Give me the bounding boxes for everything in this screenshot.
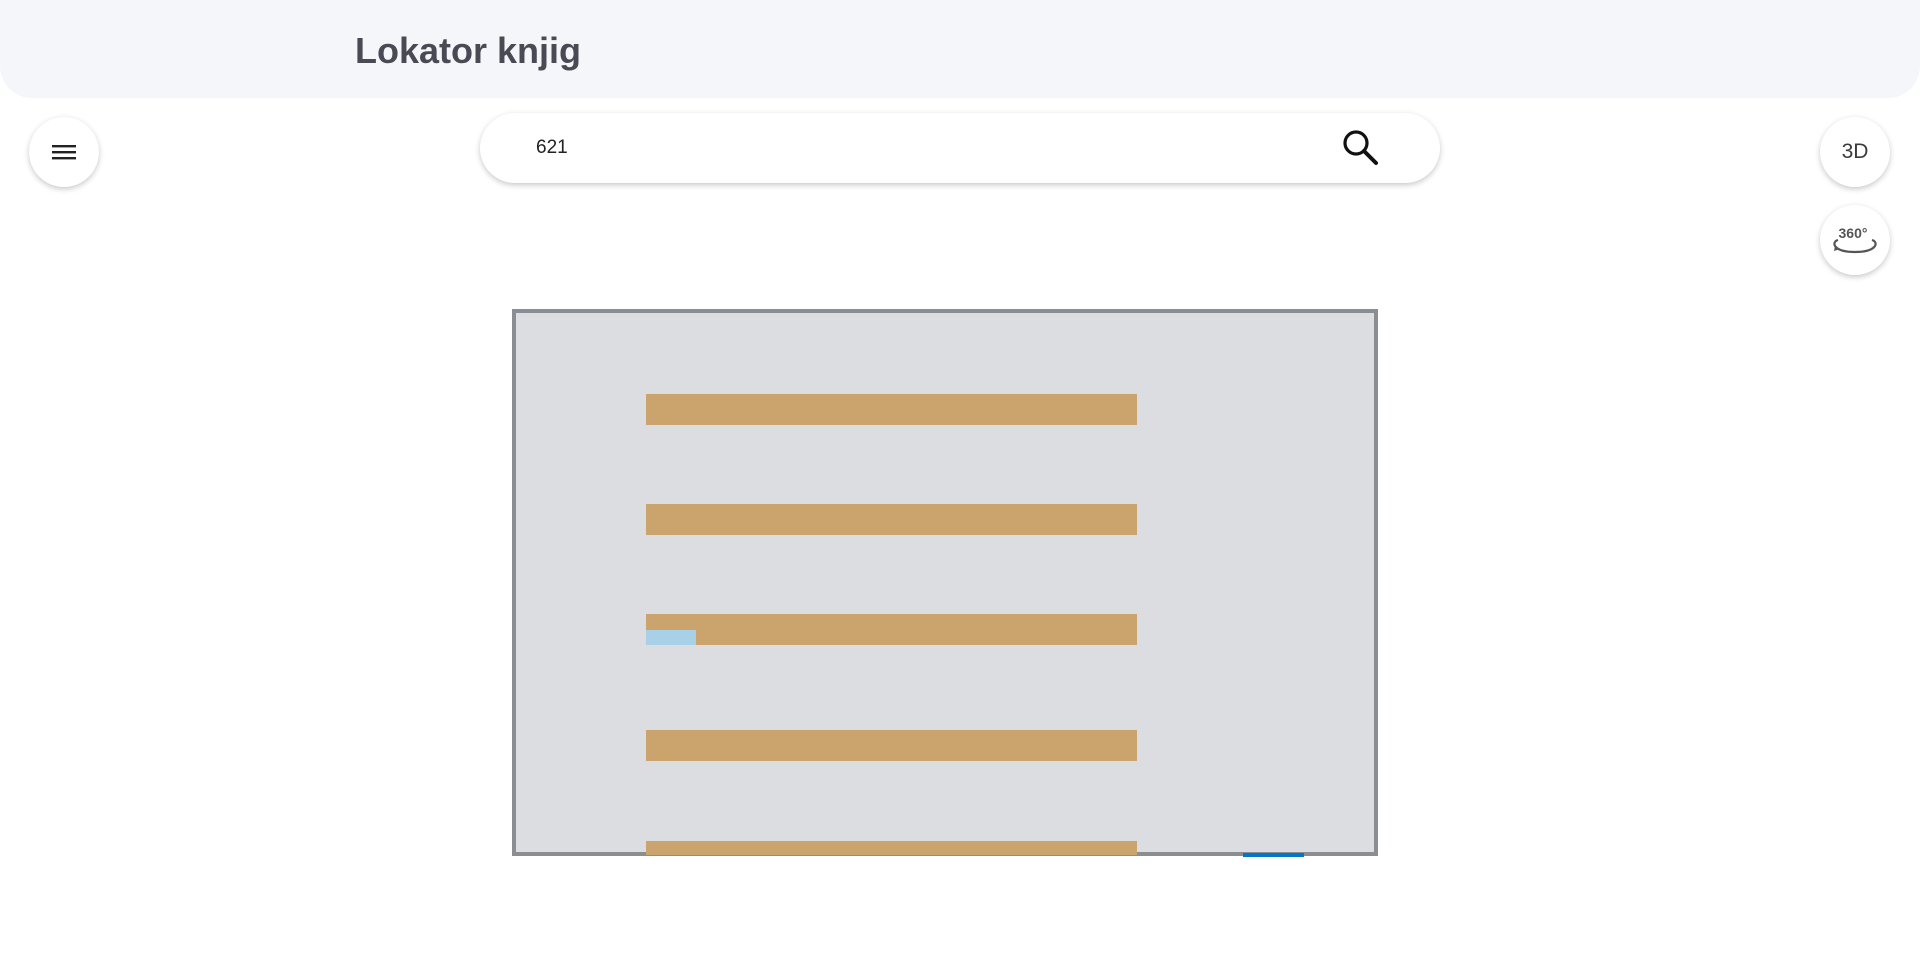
shelf-4[interactable] — [646, 730, 1137, 761]
menu-button[interactable] — [29, 117, 99, 187]
rotate-360-icon: 360° — [1833, 225, 1877, 254]
shelf-5[interactable] — [646, 841, 1137, 855]
shelf-2[interactable] — [646, 504, 1137, 535]
shelf-1[interactable] — [646, 394, 1137, 425]
shelf-highlight[interactable] — [646, 630, 696, 645]
shelf-3[interactable] — [646, 614, 1137, 645]
hamburger-menu-icon — [52, 145, 76, 160]
view-360-button[interactable]: 360° — [1820, 205, 1890, 275]
floor-map — [512, 309, 1378, 857]
rotate-360-label: 360° — [1839, 225, 1868, 241]
view-3d-button[interactable]: 3D — [1820, 117, 1890, 187]
app-title: Lokator knjig — [355, 30, 582, 71]
room-floor — [512, 309, 1378, 856]
search-icon[interactable] — [1340, 127, 1380, 167]
entrance-marker — [1243, 853, 1304, 857]
view-3d-label: 3D — [1841, 140, 1869, 163]
search-bar — [480, 113, 1440, 183]
floor-plan — [512, 309, 1378, 857]
app-header: Lokator knjig — [0, 0, 1920, 98]
search-input[interactable] — [536, 129, 1296, 167]
